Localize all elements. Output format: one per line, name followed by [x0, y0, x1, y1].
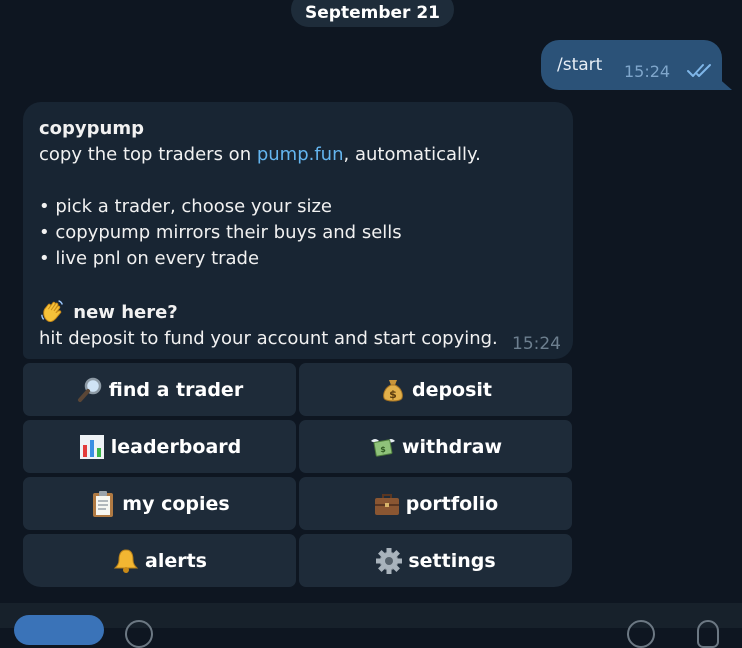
svg-text:$: $: [389, 388, 397, 401]
gear-icon: [376, 547, 403, 574]
alerts-button[interactable]: alerts: [23, 534, 296, 587]
find-trader-button[interactable]: find a trader: [23, 363, 296, 416]
portfolio-button[interactable]: portfolio: [299, 477, 572, 530]
outgoing-message-time: 15:24: [624, 62, 671, 81]
find-trader-label: find a trader: [108, 378, 244, 401]
incoming-message-time: 15:24: [512, 334, 561, 354]
menu-button[interactable]: [14, 615, 104, 645]
money-bag-icon: $: [383, 379, 403, 401]
settings-label: settings: [408, 549, 496, 572]
outgoing-message-text: /start: [557, 55, 603, 75]
bell-icon: [113, 548, 139, 573]
outgoing-message[interactable]: /start 15:24: [541, 40, 722, 90]
new-here-text: new here?: [73, 302, 178, 323]
flying-money-icon: $: [370, 438, 395, 457]
magnifier-icon: [77, 377, 102, 402]
double-check-icon: [687, 64, 711, 77]
my-copies-button[interactable]: my copies: [23, 477, 296, 530]
pump-fun-link[interactable]: pump.fun: [257, 144, 344, 165]
alerts-label: alerts: [145, 549, 207, 572]
closing-text: hit deposit to fund your account and sta…: [39, 328, 498, 349]
incoming-message[interactable]: copypump copy the top traders on pump.fu…: [23, 102, 573, 359]
intro-text-end: , automatically.: [343, 144, 481, 165]
bullet-item: • copypump mirrors their buys and sells: [39, 222, 402, 243]
deposit-button[interactable]: $ deposit: [299, 363, 572, 416]
settings-button[interactable]: settings: [299, 534, 572, 587]
leaderboard-label: leaderboard: [110, 435, 242, 458]
my-copies-label: my copies: [122, 492, 230, 515]
composer-bar: [0, 603, 742, 648]
new-here-line: new here?: [39, 298, 557, 326]
briefcase-icon: [374, 493, 399, 515]
withdraw-label: withdraw: [401, 435, 503, 458]
bullet-item: • live pnl on every trade: [39, 248, 260, 269]
date-separator: September 21: [291, 0, 454, 27]
withdraw-button[interactable]: $ withdraw: [299, 420, 572, 473]
svg-text:$: $: [380, 445, 386, 454]
intro-line: copy the top traders on pump.fun, automa…: [39, 142, 557, 168]
intro-text: copy the top traders on: [39, 144, 257, 165]
portfolio-label: portfolio: [405, 492, 499, 515]
bullet-item: • pick a trader, choose your size: [39, 196, 332, 217]
clipboard-icon: [93, 490, 114, 517]
deposit-label: deposit: [411, 378, 493, 401]
microphone-icon[interactable]: [697, 620, 719, 648]
bar-chart-icon: [79, 434, 104, 459]
bot-name: copypump: [39, 118, 144, 139]
attach-icon[interactable]: [125, 620, 153, 648]
leaderboard-button[interactable]: leaderboard: [23, 420, 296, 473]
emoji-icon[interactable]: [627, 620, 655, 648]
waving-hand-icon: [41, 300, 63, 323]
